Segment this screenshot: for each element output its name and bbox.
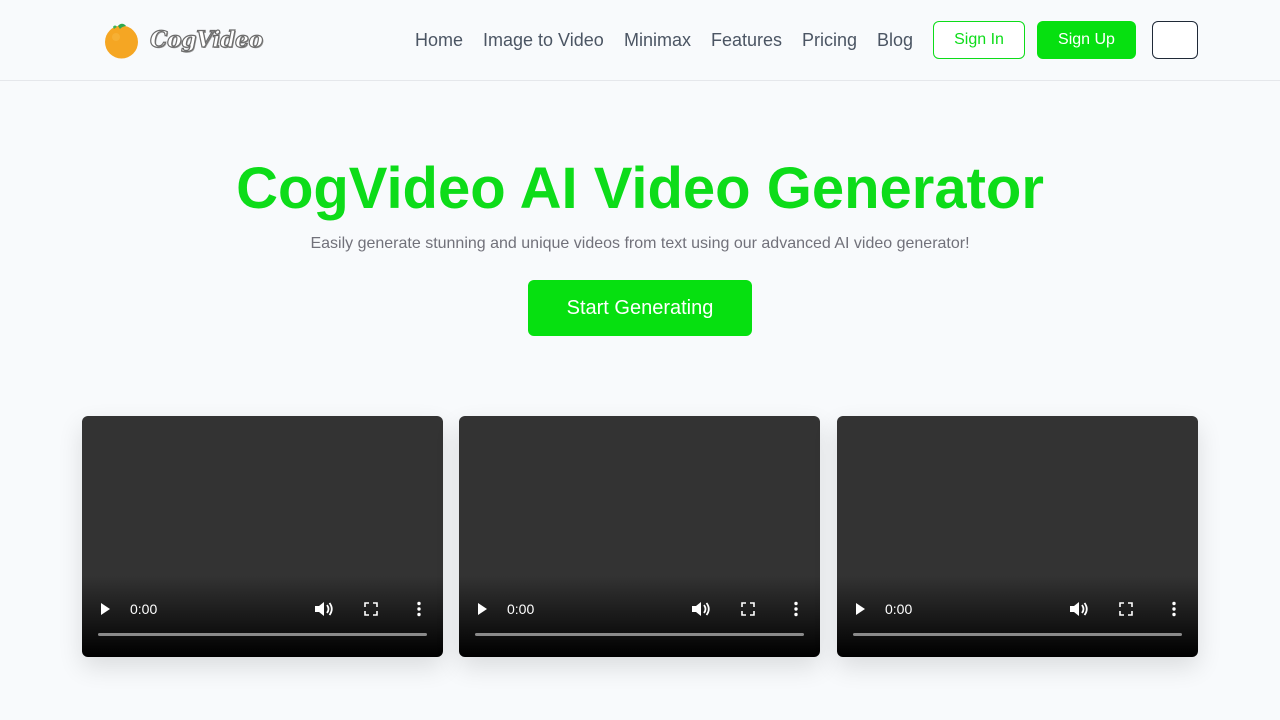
more-options-icon[interactable] bbox=[416, 601, 422, 617]
nav-image-to-video[interactable]: Image to Video bbox=[483, 29, 604, 51]
fullscreen-icon[interactable] bbox=[741, 602, 755, 616]
nav-minimax[interactable]: Minimax bbox=[624, 29, 691, 51]
video-player-3[interactable]: 0:00 bbox=[837, 416, 1198, 657]
play-icon[interactable] bbox=[98, 602, 112, 616]
volume-icon[interactable] bbox=[1069, 601, 1089, 617]
hero-subtitle: Easily generate stunning and unique vide… bbox=[310, 235, 970, 252]
nav-home[interactable]: Home bbox=[415, 29, 463, 51]
orange-fruit-icon bbox=[105, 23, 138, 59]
brand-logo[interactable]: CogVideo bbox=[104, 20, 264, 60]
video-time: 0:00 bbox=[507, 601, 535, 617]
sign-up-button[interactable]: Sign Up bbox=[1037, 21, 1136, 59]
sign-in-button[interactable]: Sign In bbox=[933, 21, 1025, 59]
fullscreen-icon[interactable] bbox=[364, 602, 378, 616]
nav-pricing[interactable]: Pricing bbox=[802, 29, 857, 51]
more-options-icon[interactable] bbox=[1171, 601, 1177, 617]
video-player-2[interactable]: 0:00 bbox=[459, 416, 820, 657]
play-icon[interactable] bbox=[475, 602, 489, 616]
start-generating-button[interactable]: Start Generating bbox=[528, 280, 752, 336]
nav-features[interactable]: Features bbox=[711, 29, 782, 51]
more-options-icon[interactable] bbox=[793, 601, 799, 617]
video-player-1[interactable]: 0:00 bbox=[82, 416, 443, 657]
video-progress-bar[interactable] bbox=[98, 633, 427, 636]
hero-title: CogVideo AI Video Generator bbox=[236, 156, 1044, 221]
site-header: CogVideo Home Image to Video Minimax Fea… bbox=[0, 0, 1280, 81]
video-progress-bar[interactable] bbox=[475, 633, 804, 636]
volume-icon[interactable] bbox=[314, 601, 334, 617]
video-progress-bar[interactable] bbox=[853, 633, 1182, 636]
video-time: 0:00 bbox=[130, 601, 158, 617]
play-icon[interactable] bbox=[853, 602, 867, 616]
fullscreen-icon[interactable] bbox=[1119, 602, 1133, 616]
theme-toggle-button[interactable] bbox=[1152, 21, 1198, 59]
video-time: 0:00 bbox=[885, 601, 913, 617]
nav-blog[interactable]: Blog bbox=[877, 29, 913, 51]
volume-icon[interactable] bbox=[691, 601, 711, 617]
brand-name: CogVideo bbox=[149, 26, 263, 53]
